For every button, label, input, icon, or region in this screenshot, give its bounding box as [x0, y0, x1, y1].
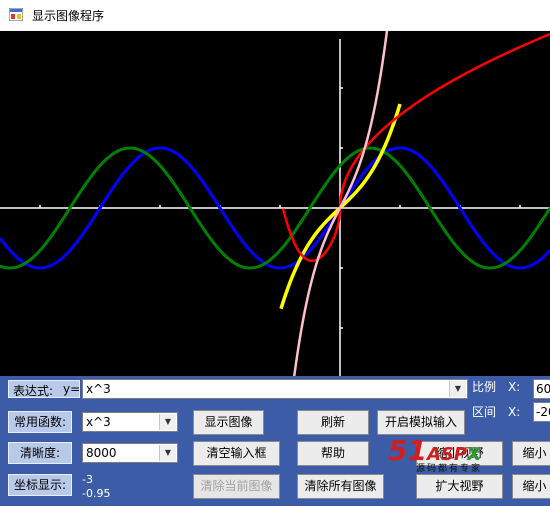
common-functions-label: 常用函数: [8, 411, 72, 433]
chevron-down-icon[interactable]: ▼ [159, 414, 176, 430]
expression-label-box: 表达式: y= [8, 380, 80, 398]
graph-svg [0, 31, 550, 376]
range-axis-label: X: [508, 405, 521, 419]
logo-slogan: 源码都有专家 [416, 464, 483, 474]
range-input[interactable]: -20 [533, 402, 550, 422]
range-label: 区间 [472, 405, 497, 419]
clear-current-image-button[interactable]: 清除当前图像 [193, 474, 280, 499]
ratio-label-group: 比例 X: [472, 378, 520, 395]
clear-all-images-button[interactable]: 清除所有图像 [297, 474, 384, 499]
clarity-label: 清晰度: [8, 442, 72, 464]
simulate-input-button[interactable]: 开启模拟输入 [377, 410, 465, 435]
show-image-button[interactable]: 显示图像 [193, 410, 264, 435]
title-bar: 显示图像程序 [0, 0, 550, 30]
coordinate-y: -0.95 [82, 487, 111, 500]
ratio-axis-label: X: [508, 380, 521, 394]
chevron-down-icon[interactable]: ▼ [449, 381, 466, 397]
expression-y-label: y= [63, 382, 81, 396]
clear-input-button[interactable]: 清空输入框 [193, 441, 280, 466]
window-title: 显示图像程序 [32, 9, 105, 23]
enlarge-view-button[interactable]: 扩大视野 [416, 474, 503, 499]
expression-value: x^3 [86, 382, 111, 396]
ratio-input[interactable]: 60 [533, 379, 550, 399]
watermark-logo: 51ASPX 源码都有专家 [388, 434, 518, 474]
clarity-select[interactable]: 8000 ▼ [82, 443, 178, 463]
expression-label: 表达式: [13, 384, 54, 398]
chevron-down-icon[interactable]: ▼ [159, 445, 176, 461]
help-button[interactable]: 帮助 [297, 441, 369, 466]
range-label-group: 区间 X: [472, 403, 520, 420]
expression-input[interactable]: x^3 ▼ [82, 379, 468, 399]
ratio-label: 比例 [472, 380, 497, 394]
refresh-button[interactable]: 刷新 [297, 410, 369, 435]
app-window-icon [9, 8, 23, 21]
clarity-value: 8000 [86, 446, 117, 460]
common-functions-value: x^3 [86, 415, 111, 429]
graph-canvas[interactable] [0, 31, 550, 376]
zoom-out-button-2[interactable]: 缩小 [512, 474, 550, 499]
coordinate-label: 坐标显示: [8, 474, 72, 496]
coordinate-x: -3 [82, 473, 93, 486]
common-functions-select[interactable]: x^3 ▼ [82, 412, 178, 432]
